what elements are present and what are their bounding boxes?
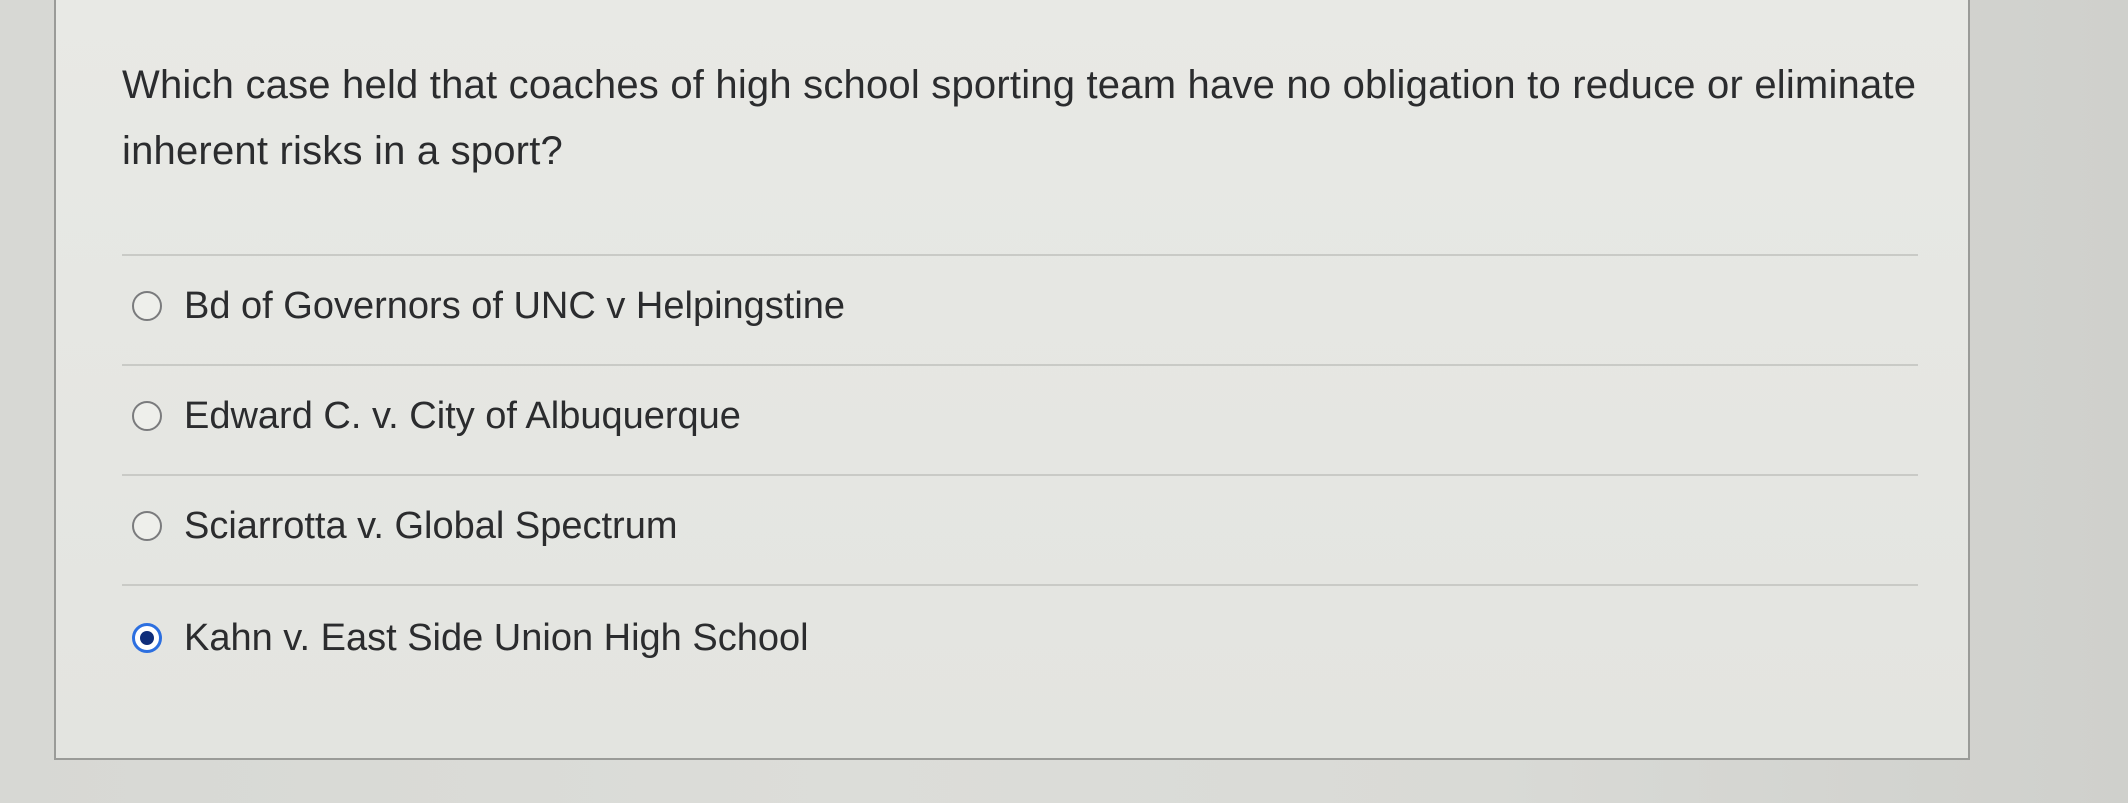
radio-unselected-icon[interactable] xyxy=(132,291,162,321)
radio-unselected-icon[interactable] xyxy=(132,401,162,431)
answer-option-label: Sciarrotta v. Global Spectrum xyxy=(184,504,678,547)
answer-option-1[interactable]: Bd of Governors of UNC v Helpingstine xyxy=(132,276,845,336)
divider xyxy=(122,254,1918,256)
question-text: Which case held that coaches of high sch… xyxy=(122,63,1917,173)
radio-selected-icon[interactable] xyxy=(132,623,162,653)
answer-option-label: Edward C. v. City of Albuquerque xyxy=(184,394,741,437)
divider xyxy=(122,474,1918,476)
question-card: Which case held that coaches of high sch… xyxy=(54,0,1970,760)
radio-unselected-icon[interactable] xyxy=(132,511,162,541)
divider xyxy=(122,364,1918,366)
answer-option-2[interactable]: Edward C. v. City of Albuquerque xyxy=(132,386,741,446)
answer-option-label: Bd of Governors of UNC v Helpingstine xyxy=(184,284,846,327)
answer-option-4[interactable]: Kahn v. East Side Union High School xyxy=(132,608,809,668)
divider xyxy=(122,584,1918,586)
answer-option-label: Kahn v. East Side Union High School xyxy=(184,616,809,659)
answer-option-3[interactable]: Sciarrotta v. Global Spectrum xyxy=(132,496,677,556)
